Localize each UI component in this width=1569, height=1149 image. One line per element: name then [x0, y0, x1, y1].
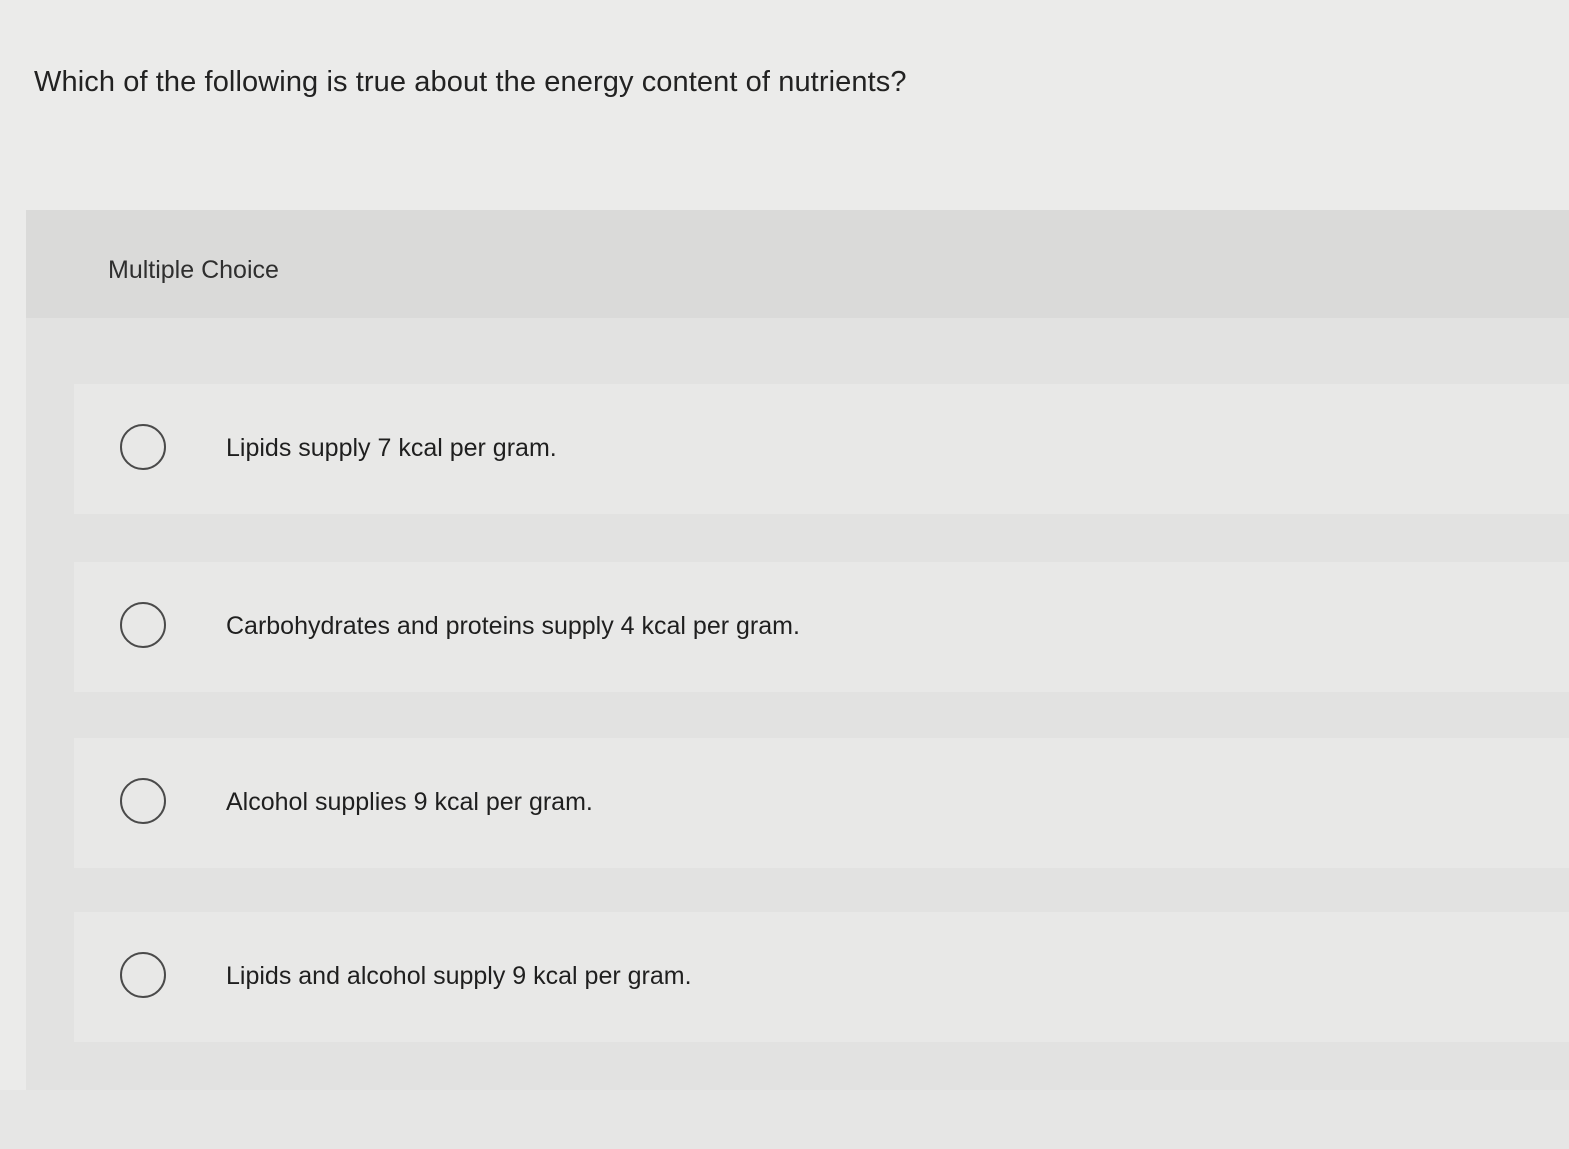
radio-button-1[interactable]	[120, 424, 166, 470]
radio-button-2[interactable]	[120, 602, 166, 648]
answer-option-4[interactable]: Lipids and alcohol supply 9 kcal per gra…	[74, 912, 1569, 1042]
answer-label-3: Alcohol supplies 9 kcal per gram.	[226, 788, 593, 816]
answer-option-1[interactable]: Lipids supply 7 kcal per gram.	[74, 384, 1569, 514]
answer-option-3[interactable]: Alcohol supplies 9 kcal per gram.	[74, 738, 1569, 868]
answer-label-1: Lipids supply 7 kcal per gram.	[226, 434, 557, 462]
radio-button-3[interactable]	[120, 778, 166, 824]
question-text: Which of the following is true about the…	[34, 66, 907, 98]
answer-option-2[interactable]: Carbohydrates and proteins supply 4 kcal…	[74, 562, 1569, 692]
page-footer-area	[0, 1090, 1569, 1149]
radio-button-4[interactable]	[120, 952, 166, 998]
answer-label-4: Lipids and alcohol supply 9 kcal per gra…	[226, 962, 692, 990]
panel-header: Multiple Choice	[26, 210, 1569, 318]
question-type-label: Multiple Choice	[108, 256, 279, 284]
answer-label-2: Carbohydrates and proteins supply 4 kcal…	[226, 612, 800, 640]
multiple-choice-panel: Multiple Choice Lipids supply 7 kcal per…	[26, 210, 1569, 1090]
